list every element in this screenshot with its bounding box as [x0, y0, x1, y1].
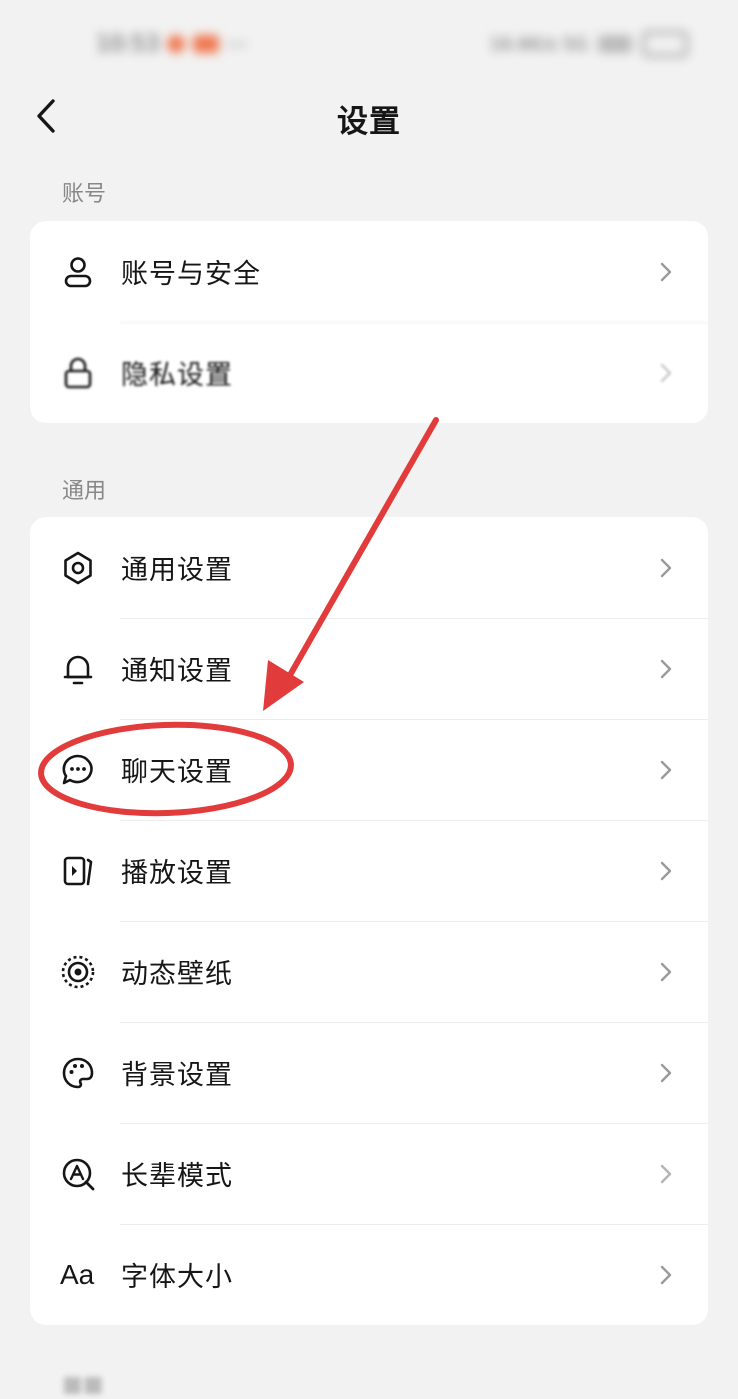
status-bar: 10:53 16.6K/s 5G [0, 0, 738, 90]
play-device-icon [60, 853, 96, 889]
chevron-right-icon [660, 760, 672, 779]
settings-item-label: 通用设置 [121, 555, 233, 586]
settings-item-background[interactable]: 背景设置 [30, 1022, 708, 1123]
app-notification-icon [193, 35, 220, 53]
status-right: 16.6K/s 5G [490, 30, 688, 58]
settings-item-label: 隐私设置 [121, 360, 233, 391]
account-card: 账号与安全 隐私设置 [30, 221, 708, 423]
settings-item-label: 背景设置 [121, 1060, 233, 1091]
lock-icon [60, 355, 96, 391]
chevron-right-icon [660, 962, 672, 981]
chevron-right-icon [660, 558, 672, 577]
next-section-title-blurred: ■■ [62, 1372, 104, 1397]
palette-icon [60, 1055, 96, 1091]
settings-item-label: 聊天设置 [121, 757, 233, 788]
section-title-account: 账号 [62, 182, 107, 207]
chevron-right-icon [660, 1164, 672, 1183]
bell-icon [60, 651, 96, 687]
chevron-right-icon [660, 1063, 672, 1082]
settings-item-label: 动态壁纸 [121, 959, 233, 990]
general-card: 通用设置 通知设置 聊天设置 播放设置 动态壁纸 背景设置 长辈模式 Aa 字体… [30, 517, 708, 1325]
chat-bubble-icon [60, 752, 96, 788]
network-speed: 16.6K/s 5G [489, 33, 588, 55]
gear-icon [60, 550, 96, 586]
chevron-right-icon [660, 262, 672, 281]
chevron-right-icon [660, 659, 672, 678]
status-time: 10:53 [96, 31, 160, 57]
settings-item-label: 播放设置 [121, 858, 233, 889]
settings-item-label: 长辈模式 [121, 1161, 233, 1192]
elder-mode-icon [60, 1156, 96, 1192]
settings-item-account-security[interactable]: 账号与安全 [30, 221, 708, 322]
more-notifications-icon [227, 42, 248, 46]
chevron-right-icon [660, 363, 672, 382]
settings-item-privacy[interactable]: 隐私设置 [30, 322, 708, 423]
chevron-right-icon [660, 1265, 672, 1284]
status-left: 10:53 [96, 30, 248, 58]
page-title: 设置 [337, 104, 401, 140]
settings-item-chat[interactable]: 聊天设置 [30, 719, 708, 820]
settings-item-font-size[interactable]: Aa 字体大小 [30, 1224, 708, 1325]
section-title-general: 通用 [62, 479, 107, 504]
settings-item-label: 字体大小 [121, 1262, 233, 1293]
settings-item-label: 账号与安全 [121, 259, 261, 290]
settings-item-playback[interactable]: 播放设置 [30, 820, 708, 921]
settings-item-elder-mode[interactable]: 长辈模式 [30, 1123, 708, 1224]
wifi-icon [598, 35, 632, 53]
nav-bar: 设置 [0, 80, 738, 156]
chevron-right-icon [660, 861, 672, 880]
settings-item-label: 通知设置 [121, 656, 233, 687]
settings-item-general[interactable]: 通用设置 [30, 517, 708, 618]
notification-icon [167, 35, 186, 53]
settings-item-dynamic-wallpaper[interactable]: 动态壁纸 [30, 921, 708, 1022]
font-size-icon: Aa [60, 1258, 95, 1290]
battery-icon [642, 31, 688, 57]
person-icon [60, 254, 96, 290]
settings-item-notification[interactable]: 通知设置 [30, 618, 708, 719]
dynamic-wallpaper-icon [60, 954, 96, 990]
